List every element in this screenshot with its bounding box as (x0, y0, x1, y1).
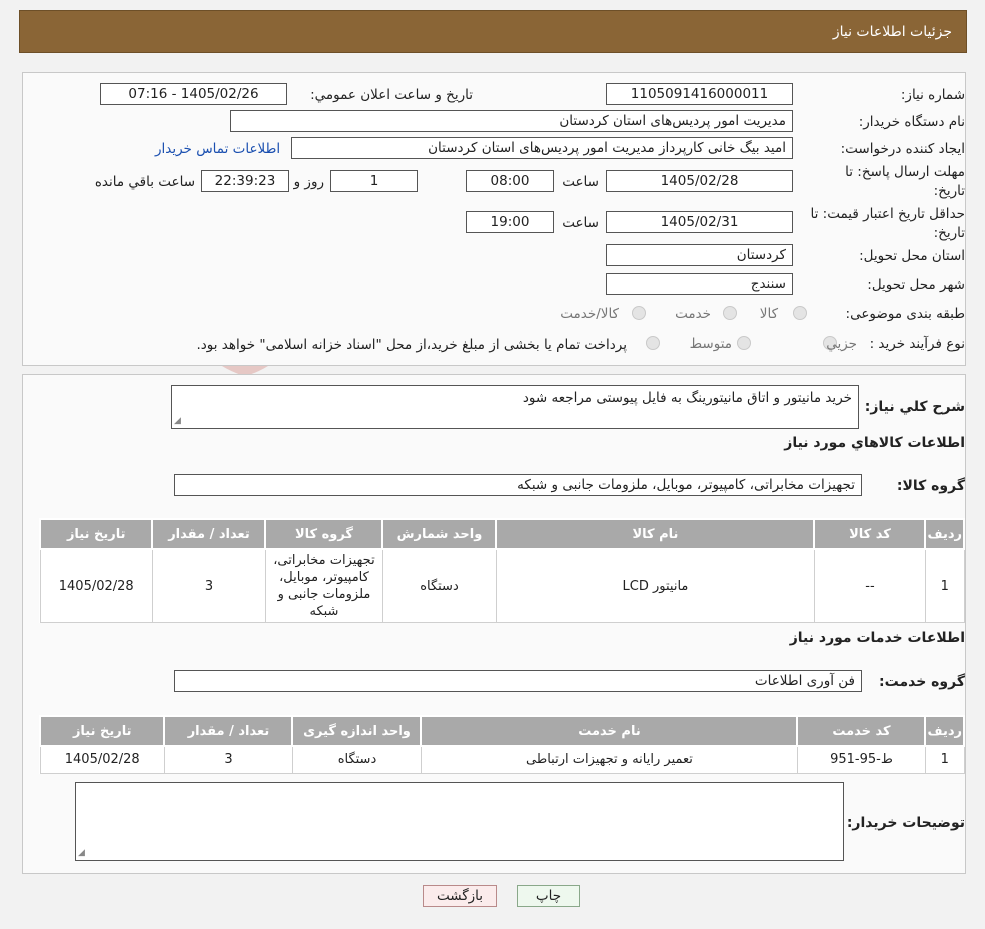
need-info-panel: شماره نیاز: 1105091416000011 تاریخ و ساع… (22, 72, 966, 366)
city-label: شهر محل تحویل: (867, 277, 965, 293)
category-option-goods-service: کالا/خدمت (560, 306, 619, 322)
services-cell-unit: دستگاه (291, 745, 422, 774)
services-col-code: کد خدمت (796, 715, 927, 747)
validity-label-date: تاریخ: (933, 225, 965, 241)
deadline-date-field: 1405/02/28 (606, 170, 793, 192)
goods-cell-name: مانیتور LCD (495, 548, 815, 623)
announce-datetime-field: 1405/02/26 - 07:16 (100, 83, 287, 105)
resize-grip-icon[interactable]: ◢ (78, 848, 85, 858)
goods-table: ردیف کد کالا نام کالا واحد شمارش گروه کا… (38, 518, 965, 623)
services-cell-name: تعمیر رایانه و تجهیزات ارتباطی (420, 745, 798, 774)
announce-label: تاریخ و ساعت اعلان عمومي: (310, 87, 473, 103)
category-label: طبقه بندی موضوعی: (845, 306, 965, 322)
remaining-time-field: 22:39:23 (201, 170, 289, 192)
goods-group-field: تجهیزات مخابراتی، کامپیوتر، موبایل، ملزو… (174, 474, 862, 496)
description-text: خرید مانیتور و اتاق مانیتورینگ به فایل پ… (522, 390, 852, 406)
process-radio-medium[interactable] (737, 336, 751, 350)
validity-label: حداقل تاریخ اعتبار قیمت: تا (810, 206, 965, 222)
goods-cell-date: 1405/02/28 (39, 548, 153, 623)
province-label: استان محل تحویل: (859, 248, 965, 264)
buyer-notes-field: ◢ (75, 782, 844, 861)
category-radio-goods-service[interactable] (632, 306, 646, 320)
description-label: شرح کلي نیاز: (864, 399, 965, 415)
buyer-label: نام دستگاه خریدار: (858, 114, 965, 130)
goods-cell-unit: دستگاه (381, 548, 497, 623)
goods-col-qty: تعداد / مقدار (151, 518, 267, 550)
services-cell-row: 1 (924, 745, 965, 774)
process-checkbox-treasury[interactable] (646, 336, 660, 350)
goods-group-label: گروه کالا: (896, 478, 965, 494)
service-group-field: فن آوری اطلاعات (174, 670, 862, 692)
buyer-field: مدیریت امور پردیس‌های استان کردستان (230, 110, 793, 132)
need-details-panel: شرح کلي نیاز: خرید مانیتور و اتاق مانیتو… (22, 374, 966, 874)
process-option-minor: جزیي (826, 336, 857, 352)
goods-col-group: گروه کالا (264, 518, 384, 550)
description-field: خرید مانیتور و اتاق مانیتورینگ به فایل پ… (171, 385, 859, 429)
page-header: جزئیات اطلاعات نیاز (19, 10, 967, 53)
services-col-qty: تعداد / مقدار (163, 715, 294, 747)
resize-grip-icon[interactable]: ◢ (174, 416, 181, 426)
validity-time-field: 19:00 (466, 211, 554, 233)
validity-date-field: 1405/02/31 (606, 211, 793, 233)
services-cell-qty: 3 (163, 745, 293, 774)
goods-cell-row: 1 (924, 548, 965, 623)
days-field: 1 (330, 170, 418, 192)
services-cell-code: ط-95-951 (796, 745, 926, 774)
page-title: جزئیات اطلاعات نیاز (832, 23, 952, 40)
goods-col-code: کد کالا (813, 518, 927, 550)
service-group-label: گروه خدمت: (879, 674, 965, 690)
province-field: کردستان (606, 244, 793, 266)
goods-cell-group: تجهیزات مخابراتی، کامپیوتر، موبایل، ملزو… (264, 548, 383, 623)
table-row: 1 ط-95-951 تعمیر رایانه و تجهیزات ارتباط… (39, 745, 965, 774)
print-button[interactable]: چاپ (517, 885, 580, 907)
category-radio-service[interactable] (723, 306, 737, 320)
services-table-header: ردیف کد خدمت نام خدمت واحد اندازه گیری ت… (38, 715, 965, 747)
services-col-date: تاریخ نیاز (38, 715, 166, 747)
services-section-title: اطلاعات خدمات مورد نیاز (789, 630, 965, 646)
buyer-notes-label: توضیحات خریدار: (846, 815, 965, 831)
goods-cell-code: -- (813, 548, 926, 623)
services-col-row: ردیف (924, 715, 965, 747)
creator-field: امید بیگ خانی کارپرداز مدیریت امور پردیس… (291, 137, 793, 159)
validity-time-label: ساعت (562, 215, 599, 231)
category-option-goods: کالا (759, 306, 778, 322)
category-radio-goods[interactable] (793, 306, 807, 320)
services-table: ردیف کد خدمت نام خدمت واحد اندازه گیری ت… (38, 715, 965, 774)
deadline-label-date: تاریخ: (933, 183, 965, 199)
remaining-label: ساعت باقي مانده (94, 174, 195, 190)
need-number-label: شماره نیاز: (900, 87, 965, 103)
city-field: سنندج (606, 273, 793, 295)
goods-col-name: نام کالا (495, 518, 816, 550)
goods-col-row: ردیف (924, 518, 965, 550)
category-option-service: خدمت (675, 306, 711, 322)
goods-cell-qty: 3 (151, 548, 266, 623)
services-col-name: نام خدمت (420, 715, 799, 747)
services-col-unit: واحد اندازه گیری (291, 715, 423, 747)
deadline-time-label: ساعت (562, 174, 599, 190)
creator-label: ایجاد کننده درخواست: (840, 141, 965, 157)
goods-col-unit: واحد شمارش (381, 518, 498, 550)
table-row: 1 -- مانیتور LCD دستگاه تجهیزات مخابراتی… (39, 548, 965, 623)
services-cell-date: 1405/02/28 (39, 745, 165, 774)
process-label: نوع فرآیند خرید : (869, 336, 965, 352)
process-note: پرداخت تمام یا بخشی از مبلغ خرید،از محل … (196, 337, 627, 353)
days-label: روز و (293, 174, 324, 190)
back-button[interactable]: بازگشت (423, 885, 497, 907)
goods-table-header: ردیف کد کالا نام کالا واحد شمارش گروه کا… (38, 518, 965, 550)
need-number-field: 1105091416000011 (606, 83, 793, 105)
goods-col-date: تاریخ نیاز (38, 518, 154, 550)
goods-section-title: اطلاعات کالاهاي مورد نیاز (784, 435, 965, 451)
process-option-medium: متوسط (689, 336, 732, 352)
deadline-time-field: 08:00 (466, 170, 554, 192)
buyer-contact-link[interactable]: اطلاعات تماس خریدار (155, 141, 280, 157)
deadline-label: مهلت ارسال پاسخ: تا (845, 164, 965, 180)
